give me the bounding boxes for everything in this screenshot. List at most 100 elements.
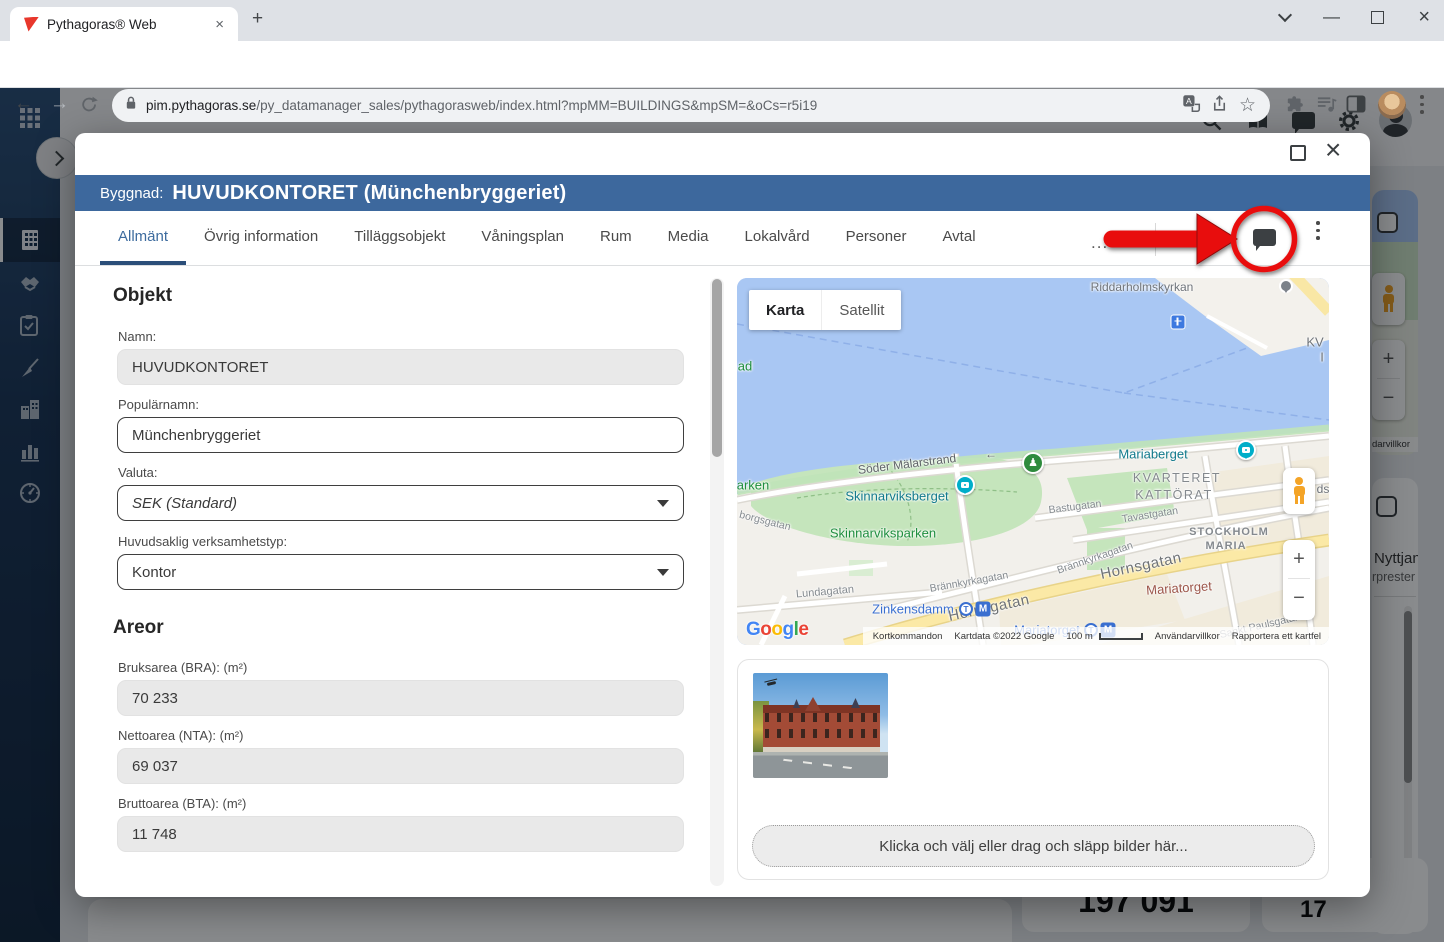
tab-avtal[interactable]: Avtal <box>924 211 993 265</box>
map-canvas[interactable]: RiddarholmskyrkanKVIadSöder Mälarstrand←… <box>737 278 1329 645</box>
verksamhetstyp-select[interactable]: Kontor <box>117 554 684 590</box>
form-scrollbar[interactable] <box>710 278 724 886</box>
map-label: ds <box>1317 482 1329 496</box>
window-chevron-icon[interactable] <box>1280 4 1290 30</box>
map-label: Söder Mälarstrand <box>857 451 957 477</box>
side-panel-icon[interactable] <box>1346 95 1366 118</box>
bruttoarea-field[interactable] <box>117 816 684 852</box>
svg-text:A: A <box>1186 95 1192 105</box>
map-label: Tavastgatan <box>1121 505 1179 526</box>
map-label: ← <box>985 447 997 461</box>
tab-rum[interactable]: Rum <box>582 211 650 265</box>
namn-label: Namn: <box>118 329 156 344</box>
tab-overflow-indicator[interactable]: ... <box>1091 233 1108 253</box>
map-scale-bar <box>1099 633 1143 640</box>
map-label: KVARTERET <box>1133 471 1221 485</box>
map-label: Skinnarviksparken <box>830 526 936 541</box>
address-bar[interactable]: pim.pythagoras.se/py_datamanager_sales/p… <box>112 89 1270 122</box>
dropdown-caret-icon <box>657 569 669 576</box>
map-label: Riddarholmskyrkan <box>1091 280 1194 294</box>
popularnamn-label: Populärnamn: <box>118 397 199 412</box>
map-attribution: Kortkommandon Kartdata ©2022 Google 100 … <box>863 627 1329 645</box>
window-maximize-icon[interactable] <box>1371 4 1384 30</box>
dialog-header: Byggnad: HUVUDKONTORET (Münchenbryggerie… <box>75 175 1370 211</box>
tab-title: Pythagoras® Web <box>47 17 211 32</box>
object-type-label: Byggnad: <box>100 185 163 202</box>
map-label: Brännkyrkagatan <box>929 569 1009 595</box>
map-shortcuts-link[interactable]: Kortkommandon <box>873 631 943 642</box>
url-text: pim.pythagoras.se/py_datamanager_sales/p… <box>146 98 1173 113</box>
bookmark-star-icon[interactable]: ☆ <box>1239 94 1256 117</box>
map-label: MARIA <box>1205 540 1246 552</box>
tab-media[interactable]: Media <box>650 211 727 265</box>
metro-t-icon[interactable]: T <box>959 602 973 616</box>
dialog-close-icon[interactable]: × <box>1325 134 1341 166</box>
map-label: arken <box>737 478 769 493</box>
dialog-maximize-icon[interactable] <box>1290 145 1306 161</box>
tab-personer[interactable]: Personer <box>828 211 925 265</box>
image-dropzone[interactable]: Klicka och välj eller drag och släpp bil… <box>752 825 1315 867</box>
browser-tab[interactable]: Pythagoras® Web × <box>10 7 238 41</box>
dialog-tab-bar: Allmänt Övrig information Tilläggsobjekt… <box>75 211 1370 266</box>
share-icon[interactable] <box>1210 94 1229 118</box>
bruttoarea-label: Bruttoarea (BTA): (m²) <box>118 796 246 811</box>
map-label: Mariatorget <box>1146 578 1213 598</box>
tab-lokalvard[interactable]: Lokalvård <box>727 211 828 265</box>
translate-icon[interactable]: A <box>1182 94 1201 118</box>
camera-poi-icon[interactable] <box>955 475 975 495</box>
namn-field[interactable] <box>117 349 684 385</box>
popularnamn-field[interactable] <box>117 417 684 453</box>
harbor-icon[interactable] <box>1171 315 1186 330</box>
camera-poi-icon[interactable] <box>1236 440 1256 460</box>
building-dialog: × Byggnad: HUVUDKONTORET (Münchenbrygger… <box>75 133 1370 897</box>
window-close-icon[interactable]: × <box>1418 4 1430 30</box>
valuta-select[interactable]: SEK (Standard) <box>117 485 684 521</box>
building-photo-thumbnail[interactable] <box>753 673 888 778</box>
browser-profile-avatar[interactable] <box>1378 91 1406 119</box>
map-type-satellit[interactable]: Satellit <box>821 290 901 330</box>
playlist-extension-icon[interactable] <box>1316 94 1337 119</box>
comments-icon[interactable] <box>1253 229 1276 246</box>
map-type-toggle: Karta Satellit <box>749 290 901 330</box>
map-zoom-out[interactable]: − <box>1283 579 1315 617</box>
verksamhetstyp-label: Huvudsaklig verksamhetstyp: <box>118 534 287 549</box>
nettoarea-field[interactable] <box>117 748 684 784</box>
toolbar-hidden-icon[interactable] <box>1197 227 1221 252</box>
map-zoom-in[interactable]: + <box>1283 540 1315 578</box>
map-label: KATTÖRAT <box>1135 488 1213 502</box>
bruksarea-field[interactable] <box>117 680 684 716</box>
map-type-karta[interactable]: Karta <box>749 290 821 330</box>
helicopter <box>767 681 776 686</box>
toolbar-divider <box>1155 223 1156 256</box>
lock-icon <box>124 95 138 116</box>
map-label: ad <box>738 359 752 374</box>
tab-close-icon[interactable]: × <box>211 16 228 33</box>
back-icon[interactable]: ← <box>14 93 33 115</box>
monument-poi-icon[interactable]: ♟ <box>1022 452 1044 474</box>
metro-m-icon[interactable]: M <box>976 602 991 617</box>
map-terms-link[interactable]: Användarvillkor <box>1155 631 1220 642</box>
tab-vaningsplan[interactable]: Våningsplan <box>463 211 582 265</box>
map-label: Mariaberget <box>1118 447 1187 462</box>
tab-allmant[interactable]: Allmänt <box>100 211 186 265</box>
browser-menu-icon[interactable] <box>1420 95 1424 118</box>
valuta-label: Valuta: <box>118 465 158 480</box>
more-options-icon[interactable] <box>1316 221 1320 244</box>
reload-icon[interactable] <box>80 93 99 120</box>
map-report-link[interactable]: Rapportera ett kartfel <box>1232 631 1321 642</box>
map-label: STOCKHOLM <box>1189 526 1269 538</box>
extensions-puzzle-icon[interactable] <box>1286 94 1306 119</box>
tab-tillaggsobjekt[interactable]: Tilläggsobjekt <box>336 211 463 265</box>
window-minimize-icon[interactable]: — <box>1323 4 1340 30</box>
google-logo[interactable]: Google <box>746 619 808 641</box>
map-label: Lundagatan <box>796 583 855 600</box>
dropdown-caret-icon <box>657 500 669 507</box>
new-tab-button[interactable]: + <box>252 8 263 30</box>
images-panel: Klicka och välj eller drag och släpp bil… <box>737 659 1329 880</box>
forward-icon[interactable]: → <box>50 93 69 115</box>
map-label: Skinnarviksberget <box>845 489 948 504</box>
section-heading-objekt: Objekt <box>113 285 172 307</box>
pegman-control[interactable] <box>1283 468 1315 514</box>
tab-ovrig-information[interactable]: Övrig information <box>186 211 336 265</box>
church-pin-icon[interactable] <box>1279 279 1293 293</box>
